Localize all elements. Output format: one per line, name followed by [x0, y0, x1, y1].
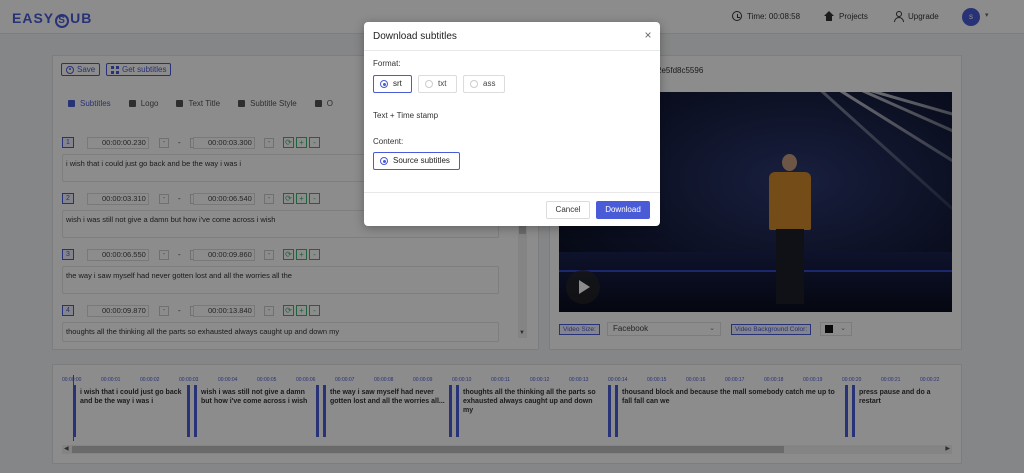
- format-option-ass[interactable]: ass: [463, 75, 505, 93]
- divider: [364, 192, 660, 193]
- format-option-label: txt: [438, 79, 447, 88]
- divider: [364, 50, 660, 51]
- content-label: Content:: [373, 137, 404, 146]
- close-icon[interactable]: ×: [642, 29, 654, 42]
- download-subtitles-dialog: Download subtitles × Format: srt txt ass…: [364, 22, 660, 226]
- dialog-title: Download subtitles: [373, 31, 457, 42]
- format-option-label: ass: [483, 79, 496, 88]
- radio-icon: [380, 80, 388, 88]
- content-option-source[interactable]: Source subtitles: [373, 152, 460, 170]
- content-option-label: Source subtitles: [393, 156, 450, 165]
- radio-icon: [470, 80, 478, 88]
- format-option-label: srt: [393, 79, 402, 88]
- radio-icon: [380, 157, 388, 165]
- download-button[interactable]: Download: [596, 201, 650, 219]
- mode-text: Text + Time stamp: [373, 111, 439, 120]
- format-label: Format:: [373, 59, 401, 68]
- format-option-srt[interactable]: srt: [373, 75, 412, 93]
- cancel-button[interactable]: Cancel: [546, 201, 590, 219]
- format-option-txt[interactable]: txt: [418, 75, 457, 93]
- radio-icon: [425, 80, 433, 88]
